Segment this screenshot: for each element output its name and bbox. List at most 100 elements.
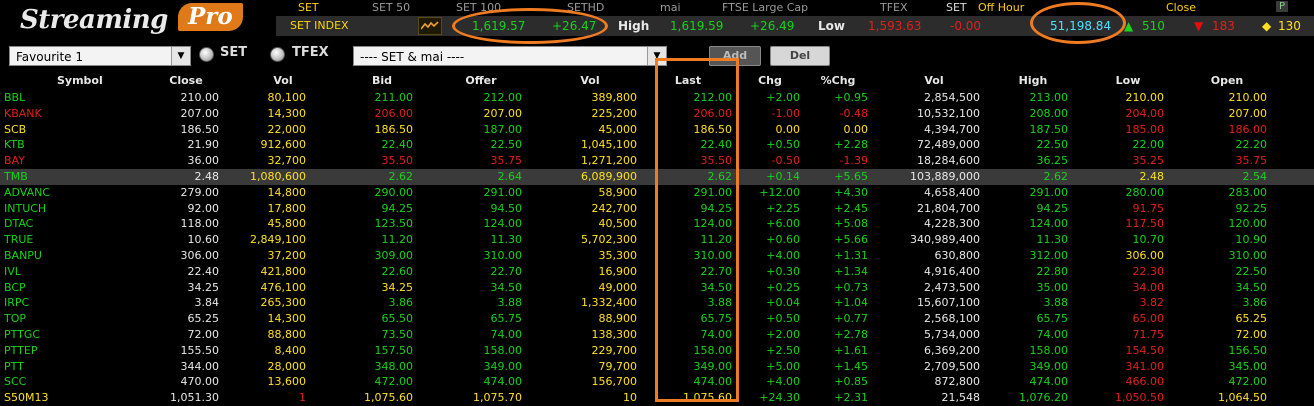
cell-offer: 291.00 bbox=[483, 185, 523, 199]
cell-sym[interactable]: PTT bbox=[4, 360, 24, 373]
cell-close: 36.00 bbox=[187, 154, 220, 168]
cell-low: 306.00 bbox=[1125, 249, 1165, 262]
tab-tfex[interactable]: TFEX bbox=[880, 1, 908, 14]
cell-vol2: 35,300 bbox=[598, 249, 638, 262]
cell-sym[interactable]: IVL bbox=[4, 265, 21, 278]
cell-pchg: +1.45 bbox=[834, 359, 868, 373]
cell-open: 186.00 bbox=[1228, 122, 1268, 136]
cell-vol2: 225,200 bbox=[591, 106, 638, 120]
highlight-box-last-column bbox=[655, 58, 739, 402]
column-header-pctchg[interactable]: %Chg bbox=[818, 74, 858, 87]
column-header-close[interactable]: Close bbox=[166, 74, 206, 87]
cell-vol1: 421,800 bbox=[260, 264, 307, 278]
cell-low: 71.75 bbox=[1132, 328, 1165, 341]
cell-bid: 123.50 bbox=[374, 217, 414, 231]
column-header-symbol[interactable]: Symbol bbox=[57, 74, 103, 87]
high-label: High bbox=[618, 19, 650, 33]
column-header-high[interactable]: High bbox=[1013, 74, 1053, 87]
cell-close: 3.84 bbox=[194, 296, 220, 310]
cell-close: 118.00 bbox=[180, 217, 220, 231]
cell-high: 208.00 bbox=[1029, 106, 1069, 120]
cell-sym[interactable]: DTAC bbox=[4, 217, 33, 230]
tab-set[interactable]: SET bbox=[298, 1, 319, 14]
cell-pchg: +2.78 bbox=[834, 328, 868, 341]
cell-sym[interactable]: KTB bbox=[4, 138, 25, 151]
column-header-vol[interactable]: Vol bbox=[263, 74, 303, 87]
cell-offer: 207.00 bbox=[483, 106, 523, 120]
cell-sym[interactable]: BANPU bbox=[4, 249, 42, 262]
cell-sym[interactable]: BCP bbox=[4, 281, 26, 294]
cell-sym[interactable]: TOP bbox=[4, 312, 26, 325]
cell-vol2: 58,900 bbox=[598, 185, 638, 199]
cell-offer: 74.00 bbox=[490, 328, 523, 341]
cell-offer: 212.00 bbox=[483, 91, 523, 104]
cell-sym[interactable]: INTUCH bbox=[4, 202, 46, 215]
unchanged-count: 130 bbox=[1278, 19, 1301, 33]
cell-open: 34.50 bbox=[1235, 280, 1268, 294]
cell-vol2: 1,271,200 bbox=[581, 154, 637, 168]
cell-vol1: 14,300 bbox=[267, 312, 307, 326]
cell-close: 186.50 bbox=[180, 122, 220, 136]
cell-low: 204.00 bbox=[1125, 106, 1165, 120]
logo-text: Streaming bbox=[20, 5, 168, 35]
cell-sym[interactable]: IRPC bbox=[4, 296, 29, 309]
cell-open: 207.00 bbox=[1228, 106, 1268, 120]
del-button[interactable]: Del bbox=[770, 46, 830, 66]
cell-low: 280.00 bbox=[1125, 185, 1165, 199]
chevron-down-icon[interactable]: ▼ bbox=[171, 47, 190, 65]
cell-vol3: 4,658,400 bbox=[924, 185, 980, 199]
cell-open: 22.20 bbox=[1235, 138, 1268, 152]
cell-offer: 22.70 bbox=[490, 264, 523, 278]
cell-bid: 73.50 bbox=[381, 328, 414, 341]
cell-high: 94.25 bbox=[1036, 201, 1069, 215]
cell-sym[interactable]: SCC bbox=[4, 375, 26, 388]
low-value: 1,593.63 bbox=[868, 19, 922, 33]
column-header-chg[interactable]: Chg bbox=[750, 74, 790, 87]
highlight-ring-index-value bbox=[452, 8, 608, 44]
column-header-open[interactable]: Open bbox=[1207, 74, 1247, 87]
cell-sym[interactable]: TMB bbox=[4, 170, 28, 183]
cell-offer: 3.88 bbox=[497, 296, 523, 310]
tray-badge[interactable]: P bbox=[1276, 1, 1289, 12]
tab-set50[interactable]: SET 50 bbox=[372, 1, 410, 14]
cell-sym[interactable]: KBANK bbox=[4, 107, 42, 120]
cell-sym[interactable]: BBL bbox=[4, 91, 25, 104]
column-header-low[interactable]: Low bbox=[1108, 74, 1148, 87]
cell-chg: +2.00 bbox=[766, 91, 800, 104]
cell-pchg: +0.95 bbox=[834, 91, 868, 104]
tab-ftse-large-cap[interactable]: FTSE Large Cap bbox=[722, 1, 808, 14]
radio-set[interactable] bbox=[199, 47, 214, 62]
column-header-vol[interactable]: Vol bbox=[914, 74, 954, 87]
cell-pchg: 0.00 bbox=[843, 122, 869, 136]
radio-tfex[interactable] bbox=[270, 47, 285, 62]
index-name[interactable]: SET INDEX bbox=[290, 19, 349, 32]
cell-chg: 0.00 bbox=[775, 122, 801, 136]
cell-sym[interactable]: PTTGC bbox=[4, 328, 40, 341]
cell-close: 22.40 bbox=[187, 264, 220, 278]
cell-vol3: 103,889,000 bbox=[910, 170, 980, 183]
cell-sym[interactable]: BAY bbox=[4, 154, 25, 167]
column-header-vol[interactable]: Vol bbox=[570, 74, 610, 87]
sparkline-icon[interactable] bbox=[418, 17, 442, 35]
cell-sym[interactable]: SCB bbox=[4, 123, 26, 136]
tab-mai[interactable]: mai bbox=[660, 1, 681, 14]
cell-sym[interactable]: PTTEP bbox=[4, 344, 37, 357]
cell-offer: 65.75 bbox=[490, 312, 523, 326]
column-header-bid[interactable]: Bid bbox=[362, 74, 402, 87]
cell-low: 1,050.50 bbox=[1115, 391, 1164, 405]
cell-bid: 206.00 bbox=[374, 106, 414, 120]
cell-sym[interactable]: TRUE bbox=[4, 233, 33, 246]
cell-open: 310.00 bbox=[1228, 249, 1268, 262]
market-filter-dropdown[interactable]: ---- SET & mai ---- ▼ bbox=[353, 46, 667, 66]
decliners-count: 183 bbox=[1212, 19, 1235, 33]
cell-offer: 22.50 bbox=[490, 138, 523, 152]
cell-sym[interactable]: S50M13 bbox=[4, 391, 48, 404]
favourite-dropdown[interactable]: Favourite 1 ▼ bbox=[9, 46, 191, 66]
cell-open: 92.25 bbox=[1235, 201, 1268, 215]
cell-bid: 3.86 bbox=[388, 296, 414, 310]
column-header-offer[interactable]: Offer bbox=[461, 74, 501, 87]
cell-vol3: 15,607,100 bbox=[917, 296, 980, 310]
cell-sym[interactable]: ADVANC bbox=[4, 186, 50, 199]
cell-high: 213.00 bbox=[1029, 91, 1069, 104]
down-arrow-icon: ▼ bbox=[1194, 19, 1204, 33]
